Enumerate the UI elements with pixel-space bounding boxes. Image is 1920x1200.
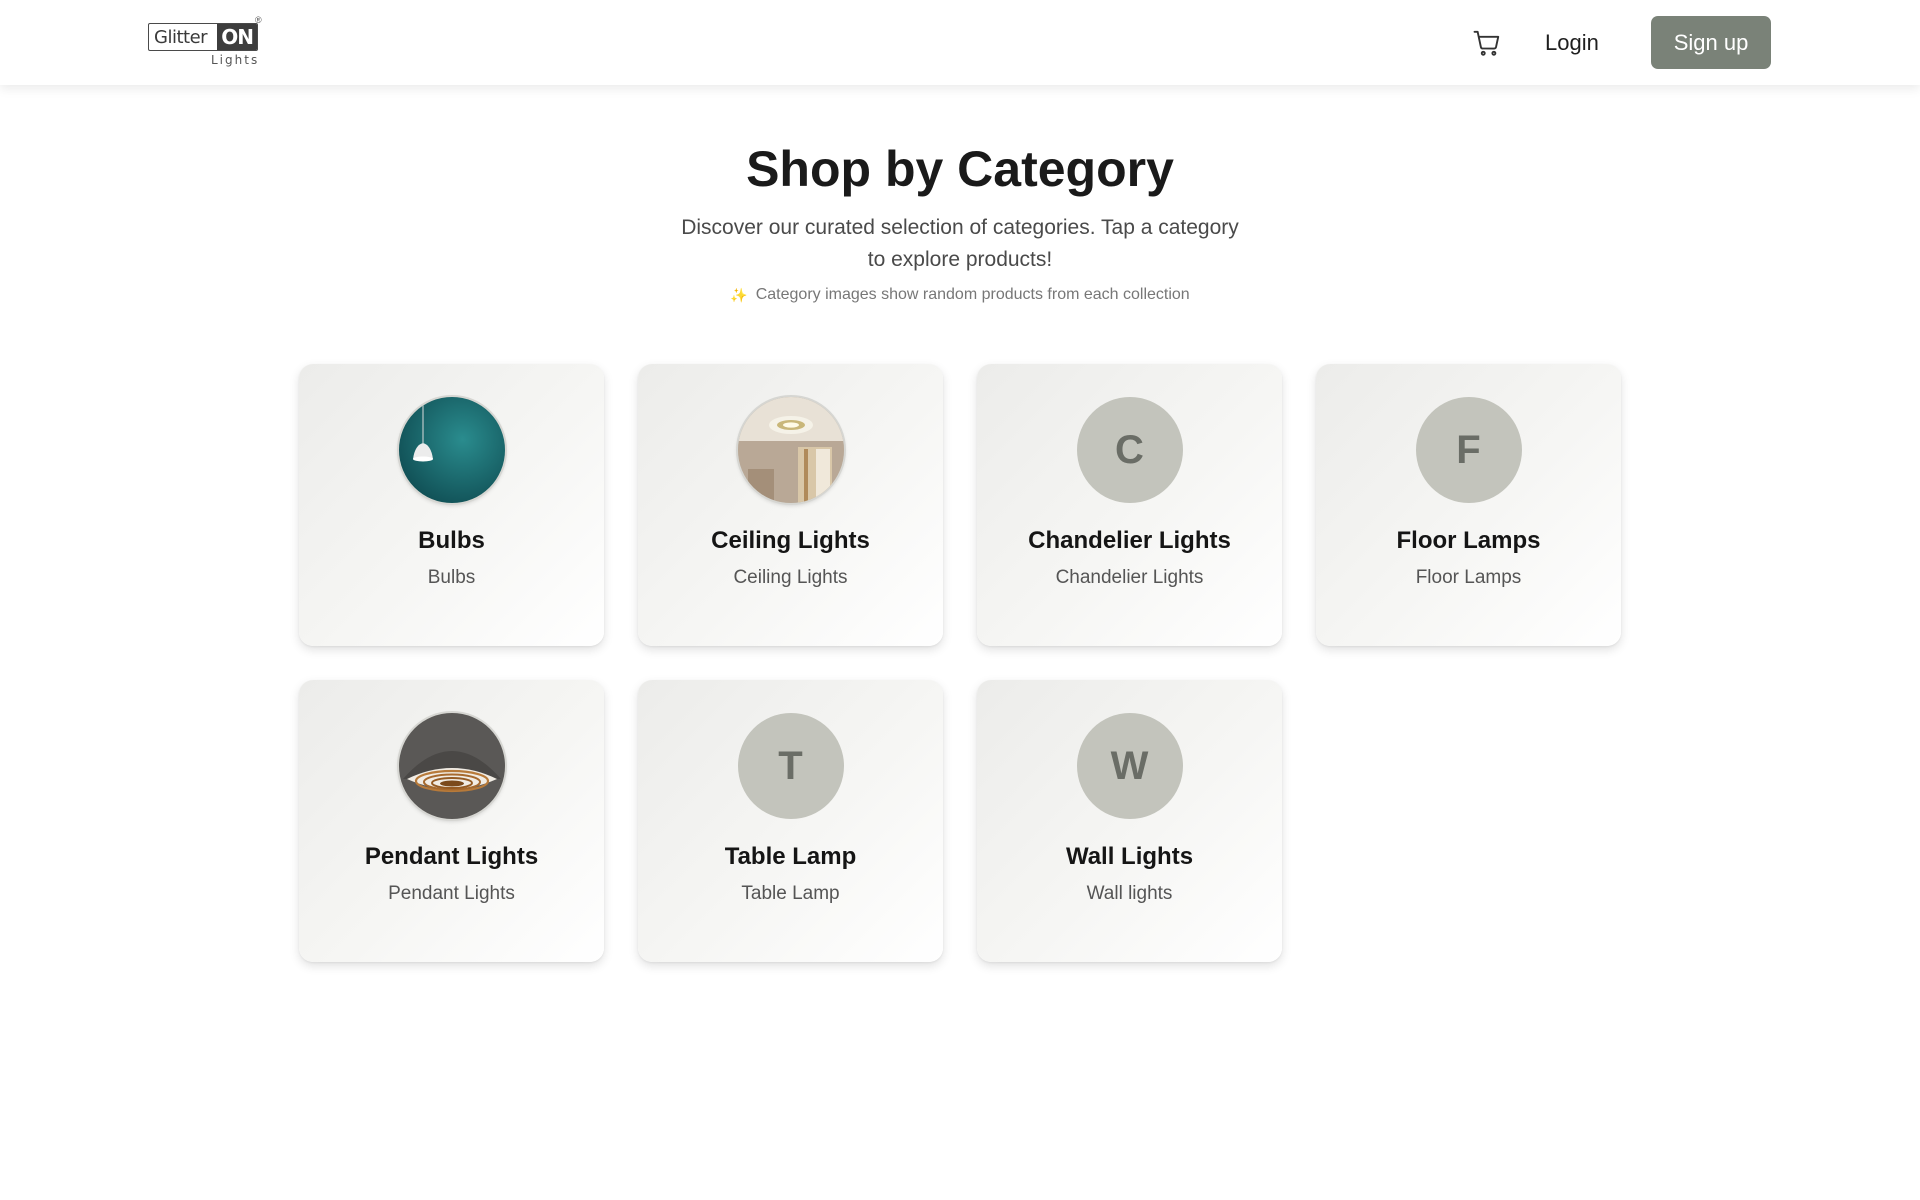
category-subtitle: Table Lamp bbox=[741, 883, 840, 904]
category-letter: F bbox=[1456, 427, 1481, 472]
login-link[interactable]: Login bbox=[1545, 26, 1599, 60]
sparkle-icon: ✨ bbox=[730, 286, 748, 303]
category-placeholder-wall-lights: W bbox=[1076, 713, 1183, 819]
category-placeholder-table-lamp: T bbox=[737, 713, 844, 819]
category-card-floor-lamps[interactable]: F Floor Lamps Floor Lamps bbox=[1316, 364, 1621, 646]
signup-button[interactable]: Sign up bbox=[1651, 16, 1771, 69]
page-note: ✨ Category images show random products f… bbox=[0, 286, 1920, 304]
category-subtitle: Ceiling Lights bbox=[733, 567, 848, 588]
category-card-pendant-lights[interactable]: Pendant Lights Pendant Lights bbox=[299, 680, 604, 962]
category-card-bulbs[interactable]: Bulbs Bulbs bbox=[299, 364, 604, 646]
page-subtitle: Discover our curated selection of catego… bbox=[681, 216, 1239, 271]
top-navbar: Glitter ON ® Lights Login Sign up bbox=[0, 0, 1920, 85]
category-title: Bulbs bbox=[418, 527, 485, 554]
category-letter: C bbox=[1115, 427, 1144, 472]
logo-brand-text: Glitter bbox=[154, 26, 208, 48]
category-subtitle: Chandelier Lights bbox=[1055, 567, 1204, 588]
category-title: Chandelier Lights bbox=[1028, 527, 1231, 554]
category-card-wall-lights[interactable]: W Wall Lights Wall lights bbox=[977, 680, 1282, 962]
category-image-ceiling-lights bbox=[737, 397, 844, 503]
category-title: Pendant Lights bbox=[364, 843, 539, 870]
category-placeholder-floor-lamps: F bbox=[1415, 397, 1522, 503]
category-image-bulbs bbox=[398, 397, 505, 503]
category-title: Wall Lights bbox=[1065, 843, 1194, 870]
category-subtitle: Bulbs bbox=[427, 567, 476, 588]
shopping-cart-icon bbox=[1473, 30, 1500, 56]
logo-tagline: Lights bbox=[211, 53, 260, 67]
category-image-pendant-lights bbox=[398, 713, 505, 819]
category-title: Floor Lamps bbox=[1396, 527, 1541, 554]
page-note-text: Category images show random products fro… bbox=[755, 286, 1190, 303]
logo-brand-highlight: ON bbox=[217, 24, 257, 50]
category-title: Table Lamp bbox=[724, 843, 857, 870]
category-subtitle: Floor Lamps bbox=[1415, 567, 1522, 588]
category-card-chandelier-lights[interactable]: C Chandelier Lights Chandelier Lights bbox=[977, 364, 1282, 646]
logo-wordmark: Glitter ON bbox=[148, 23, 258, 51]
brand-logo[interactable]: Glitter ON ® Lights bbox=[148, 15, 268, 73]
category-subtitle: Pendant Lights bbox=[388, 883, 515, 904]
category-intro: Shop by Category Discover our curated se… bbox=[0, 140, 1920, 304]
category-card-ceiling-lights[interactable]: Ceiling Lights Ceiling Lights bbox=[638, 364, 943, 646]
category-letter: W bbox=[1110, 743, 1149, 788]
category-placeholder-chandelier-lights: C bbox=[1076, 397, 1183, 503]
category-title: Ceiling Lights bbox=[711, 527, 870, 554]
cart-button[interactable] bbox=[1470, 26, 1504, 60]
logo-registered-mark: ® bbox=[255, 15, 262, 25]
category-subtitle: Wall lights bbox=[1086, 883, 1173, 904]
category-card-table-lamp[interactable]: T Table Lamp Table Lamp bbox=[638, 680, 943, 962]
page-title: Shop by Category bbox=[746, 141, 1174, 197]
category-letter: T bbox=[778, 743, 803, 788]
category-grid: Bulbs Bulbs Ceiling Lights Ceiling Light… bbox=[299, 364, 1621, 962]
